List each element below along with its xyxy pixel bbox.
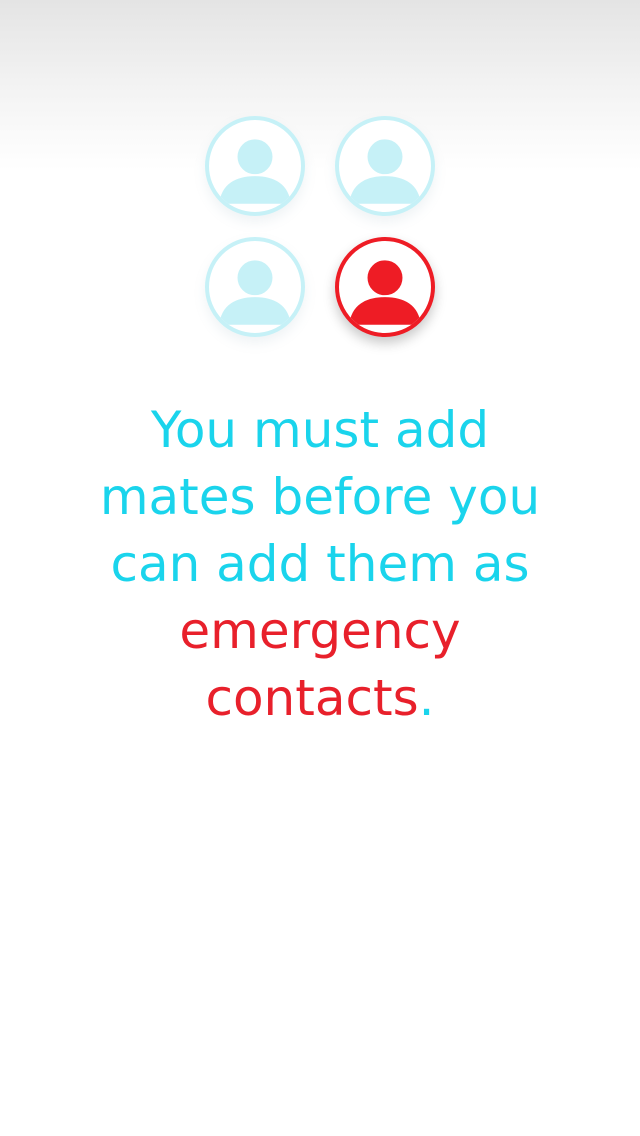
person-icon xyxy=(347,258,423,327)
person-icon xyxy=(347,137,423,206)
person-icon xyxy=(217,137,293,206)
mate-avatar xyxy=(205,116,305,216)
message-period: . xyxy=(418,669,435,727)
avatar-grid xyxy=(0,0,640,360)
mate-avatar xyxy=(205,237,305,337)
emergency-highlight: emergency xyxy=(179,602,461,660)
person-icon xyxy=(217,258,293,327)
empty-state-message: You must add mates before you can add them… xyxy=(60,397,580,732)
mate-avatar xyxy=(335,116,435,216)
message-line-3: can add them as xyxy=(110,535,530,593)
contacts-highlight: contacts xyxy=(205,669,419,727)
emergency-contact-avatar xyxy=(335,237,435,337)
message-line-1: You must add xyxy=(150,401,490,459)
message-line-2: mates before you xyxy=(99,468,541,526)
